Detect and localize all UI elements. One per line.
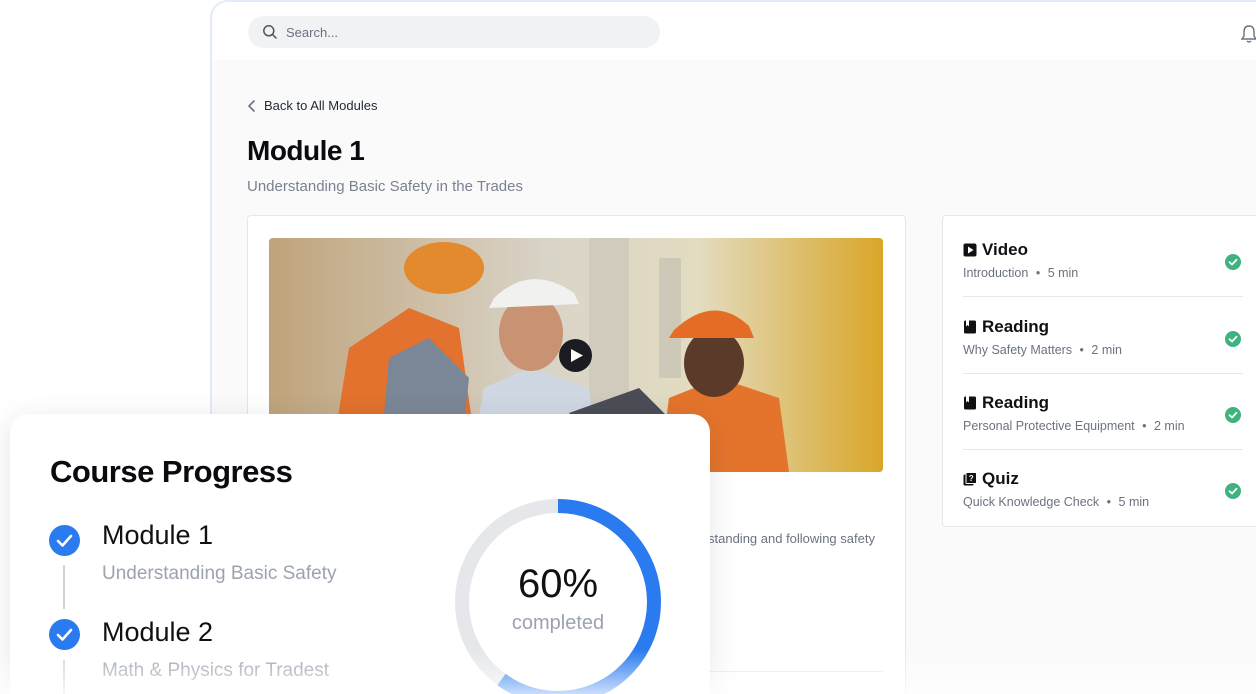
progress-completed-label: completed bbox=[511, 612, 605, 634]
lesson-type-label: Video bbox=[982, 240, 1028, 259]
lesson-type: Video bbox=[963, 240, 1028, 260]
page-title: Module 1 bbox=[247, 135, 365, 166]
lesson-duration: 2 min bbox=[1153, 419, 1185, 433]
lesson-duration: 2 min bbox=[1091, 343, 1122, 357]
step-connector bbox=[63, 565, 65, 609]
check-circle-icon bbox=[1225, 407, 1241, 423]
lesson-name: Why Safety Matters bbox=[963, 343, 1073, 357]
quiz-icon: ? bbox=[963, 472, 977, 486]
progress-module-subtitle: Understanding Basic Safety bbox=[102, 563, 337, 584]
lesson-item-quiz[interactable]: ? Quiz Quick Knowledge Check • 5 min bbox=[963, 449, 1243, 525]
course-progress-card: Course Progress Module 1 Understanding B… bbox=[10, 414, 710, 694]
back-to-modules-link[interactable]: Back to All Modules bbox=[246, 98, 377, 113]
lesson-type: Reading bbox=[963, 393, 1049, 413]
search-input[interactable] bbox=[286, 24, 626, 40]
lesson-duration: 5 min bbox=[1118, 495, 1150, 509]
lesson-name: Quick Knowledge Check bbox=[963, 495, 1100, 509]
meta-separator: • bbox=[1106, 495, 1112, 509]
play-icon bbox=[571, 349, 583, 362]
chevron-left-icon bbox=[248, 99, 255, 112]
lesson-type-label: Reading bbox=[982, 393, 1050, 412]
page-subtitle: Understanding Basic Safety in the Trades bbox=[247, 178, 523, 195]
back-link-label: Back to All Modules bbox=[264, 98, 378, 113]
lesson-type: ? Quiz bbox=[963, 469, 1019, 489]
lesson-type-label: Quiz bbox=[982, 469, 1019, 488]
lesson-meta: Personal Protective Equipment • 2 min bbox=[963, 419, 1185, 433]
video-icon bbox=[963, 243, 977, 257]
lesson-item-reading-why-safety[interactable]: Reading Why Safety Matters • 2 min bbox=[963, 297, 1243, 373]
check-circle-icon bbox=[49, 619, 80, 650]
check-circle-icon bbox=[1225, 483, 1241, 499]
book-icon bbox=[964, 396, 976, 410]
lesson-item-reading-ppe[interactable]: Reading Personal Protective Equipment • … bbox=[963, 373, 1243, 449]
meta-separator: • bbox=[1035, 266, 1041, 280]
lesson-item-video-introduction[interactable]: Video Introduction • 5 min bbox=[963, 220, 1243, 296]
check-circle-icon bbox=[49, 525, 80, 556]
lesson-meta: Introduction • 5 min bbox=[963, 266, 1078, 280]
lesson-duration: 5 min bbox=[1047, 266, 1079, 280]
progress-percent: 60% bbox=[517, 562, 599, 606]
lesson-name: Introduction bbox=[963, 266, 1029, 280]
progress-module-title: Module 1 bbox=[102, 520, 214, 550]
book-icon bbox=[964, 320, 976, 334]
check-circle-icon bbox=[1225, 331, 1241, 347]
lesson-meta: Quick Knowledge Check • 5 min bbox=[963, 495, 1149, 509]
lesson-type-label: Reading bbox=[982, 317, 1050, 336]
lesson-type: Reading bbox=[963, 317, 1049, 337]
search-bar[interactable] bbox=[248, 16, 660, 48]
lesson-list: Video Introduction • 5 min Reading Why S… bbox=[942, 215, 1256, 527]
play-button[interactable] bbox=[559, 339, 592, 372]
lesson-meta: Why Safety Matters • 2 min bbox=[963, 343, 1122, 357]
top-bar bbox=[212, 2, 1256, 60]
svg-text:?: ? bbox=[969, 474, 974, 483]
meta-separator: • bbox=[1142, 419, 1147, 433]
check-circle-icon bbox=[1225, 254, 1241, 270]
progress-module-subtitle: Math & Physics for Tradest bbox=[102, 660, 330, 681]
step-connector bbox=[63, 660, 65, 694]
progress-title: Course Progress bbox=[50, 454, 293, 489]
progress-module-title: Module 2 bbox=[102, 617, 214, 647]
meta-separator: • bbox=[1079, 343, 1084, 357]
bell-icon[interactable] bbox=[1240, 24, 1256, 44]
search-icon bbox=[263, 25, 277, 39]
module-description: standing and following safety bbox=[708, 531, 875, 546]
lesson-name: Personal Protective Equipment bbox=[963, 419, 1135, 433]
